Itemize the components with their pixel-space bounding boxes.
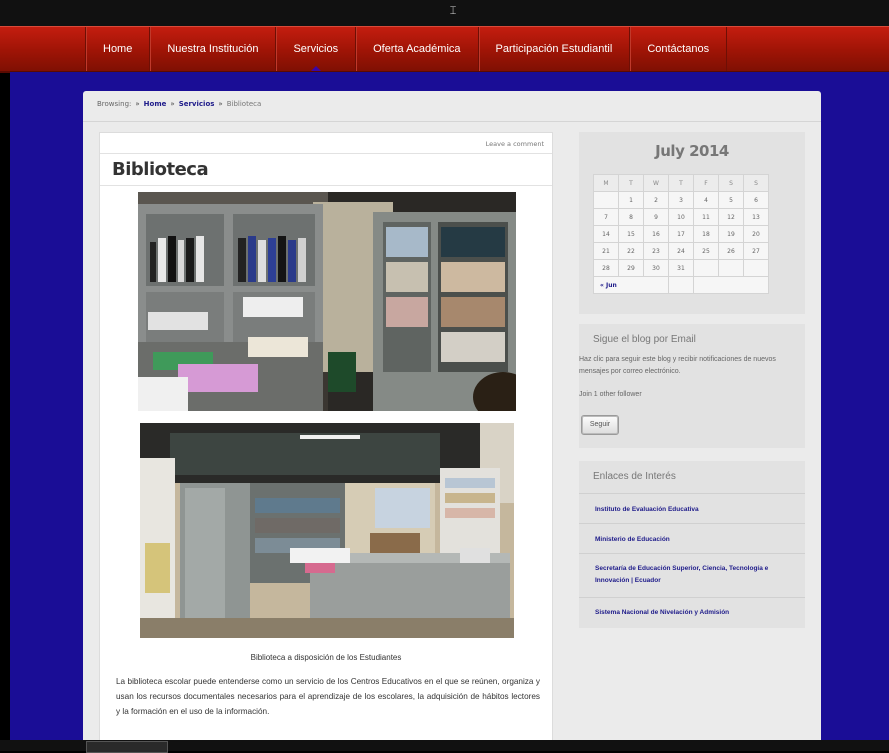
- nav-item-nuestra-institucion[interactable]: Nuestra Institución: [150, 27, 277, 71]
- calendar-day: [593, 191, 619, 209]
- calendar-day: 16: [643, 225, 669, 243]
- post-title: Biblioteca: [112, 159, 209, 180]
- calendar-day: 31: [668, 259, 694, 277]
- breadcrumb-separator: »: [218, 100, 223, 108]
- window-tab[interactable]: [86, 741, 168, 753]
- calendar-day: 4: [693, 191, 719, 209]
- links-heading: Enlaces de Interés: [593, 471, 676, 482]
- follow-button[interactable]: Seguir: [581, 415, 619, 435]
- breadcrumb-section-link[interactable]: Servicios: [179, 100, 215, 108]
- calendar-day: 27: [743, 242, 769, 260]
- calendar-day: 30: [643, 259, 669, 277]
- link-label[interactable]: Ministerio de Educación: [595, 534, 791, 546]
- calendar-day: [693, 259, 719, 277]
- calendar-weekday: F: [693, 174, 719, 192]
- link-item[interactable]: Secretaría de Educación Superior, Cienci…: [579, 553, 805, 598]
- calendar-day: 20: [743, 225, 769, 243]
- breadcrumb-prefix: Browsing:: [97, 100, 132, 108]
- calendar-table: M T W T F S S 1 2 3 4 5 6 7 8 9 10 11 12…: [593, 174, 769, 294]
- main-container: Browsing:» Home» Servicios» Biblioteca Leav…: [83, 91, 821, 740]
- main-nav-bar: Home Nuestra Institución Servicios Ofert…: [0, 26, 889, 73]
- calendar-day: 3: [668, 191, 694, 209]
- calendar-day: 28: [593, 259, 619, 277]
- nav-item-contactanos[interactable]: Contáctanos: [630, 27, 728, 71]
- post-paragraph: La biblioteca escolar puede entenderse c…: [116, 677, 540, 716]
- calendar-day: [718, 259, 744, 277]
- calendar-day: 14: [593, 225, 619, 243]
- leave-comment-link[interactable]: Leave a comment: [486, 140, 544, 148]
- calendar-day: 6: [743, 191, 769, 209]
- calendar-widget: July 2014 M T W T F S S 1 2 3 4 5 6 7 8 …: [579, 132, 805, 314]
- follower-count: Join 1 other follower: [579, 391, 642, 398]
- calendar-weekday: M: [593, 174, 619, 192]
- library-shelves-photo: [138, 192, 516, 411]
- calendar-day: 11: [693, 208, 719, 226]
- nav-item-home[interactable]: Home: [86, 27, 151, 71]
- breadcrumb-divider: [83, 121, 821, 122]
- main-nav: Home Nuestra Institución Servicios Ofert…: [85, 27, 728, 71]
- links-widget: Enlaces de Interés Instituto de Evaluaci…: [579, 461, 805, 628]
- link-label[interactable]: Instituto de Evaluación Educativa: [595, 504, 791, 516]
- link-item[interactable]: Ministerio de Educación: [579, 523, 805, 554]
- calendar-weekday: T: [618, 174, 644, 192]
- breadcrumb-separator: »: [135, 100, 140, 108]
- calendar-day: 23: [643, 242, 669, 260]
- calendar-day: 19: [718, 225, 744, 243]
- breadcrumb-home-link[interactable]: Home: [144, 100, 167, 108]
- calendar-title: July 2014: [655, 142, 729, 160]
- calendar-day: 12: [718, 208, 744, 226]
- calendar-day: 26: [718, 242, 744, 260]
- breadcrumb-current: Biblioteca: [226, 100, 262, 108]
- nav-item-servicios[interactable]: Servicios: [276, 27, 357, 71]
- calendar-day: 25: [693, 242, 719, 260]
- calendar-weekday: S: [743, 174, 769, 192]
- calendar-day: 29: [618, 259, 644, 277]
- follow-description: Haz clic para seguir este blog y recibir…: [579, 356, 776, 375]
- calendar-day: 15: [618, 225, 644, 243]
- link-label[interactable]: Sistema Nacional de Nivelación y Admisió…: [595, 607, 791, 619]
- link-label[interactable]: Secretaría de Educación Superior, Cienci…: [595, 563, 791, 587]
- follow-blog-widget: Sigue el blog por Email Haz clic para se…: [579, 324, 805, 448]
- nav-item-participacion-estudiantil[interactable]: Participación Estudiantil: [479, 27, 631, 71]
- breadcrumb-separator: »: [170, 100, 175, 108]
- calendar-day: 13: [743, 208, 769, 226]
- calendar-weekday: T: [668, 174, 694, 192]
- calendar-day: 21: [593, 242, 619, 260]
- divider: [100, 153, 552, 154]
- nav-item-oferta-academica[interactable]: Oferta Académica: [356, 27, 479, 71]
- calendar-day: 18: [693, 225, 719, 243]
- calendar-day: 8: [618, 208, 644, 226]
- calendar-footer-cell: [668, 276, 694, 294]
- follow-heading: Sigue el blog por Email: [593, 334, 696, 345]
- calendar-day: 17: [668, 225, 694, 243]
- link-item[interactable]: Instituto de Evaluación Educativa: [579, 493, 805, 524]
- window-control-icon[interactable]: ⌶: [448, 5, 458, 16]
- window-top-bar: [0, 0, 889, 26]
- photo-caption: Biblioteca a disposición de los Estudian…: [250, 653, 402, 662]
- post-content: Leave a comment Biblioteca Biblioteca a …: [99, 132, 553, 740]
- calendar-weekday: W: [643, 174, 669, 192]
- breadcrumb: Browsing:» Home» Servicios» Biblioteca: [97, 100, 261, 108]
- calendar-prev-month-link[interactable]: « Jun: [593, 276, 669, 294]
- calendar-day: 10: [668, 208, 694, 226]
- calendar-day: 1: [618, 191, 644, 209]
- calendar-footer-cell: [693, 276, 769, 294]
- calendar-day: 5: [718, 191, 744, 209]
- library-room-photo: [140, 423, 514, 638]
- divider: [100, 185, 552, 186]
- calendar-day: 22: [618, 242, 644, 260]
- calendar-day: 7: [593, 208, 619, 226]
- calendar-day: 9: [643, 208, 669, 226]
- calendar-day: 2: [643, 191, 669, 209]
- link-item[interactable]: Sistema Nacional de Nivelación y Admisió…: [579, 597, 805, 628]
- calendar-weekday: S: [718, 174, 744, 192]
- calendar-day: 24: [668, 242, 694, 260]
- calendar-day: [743, 259, 769, 277]
